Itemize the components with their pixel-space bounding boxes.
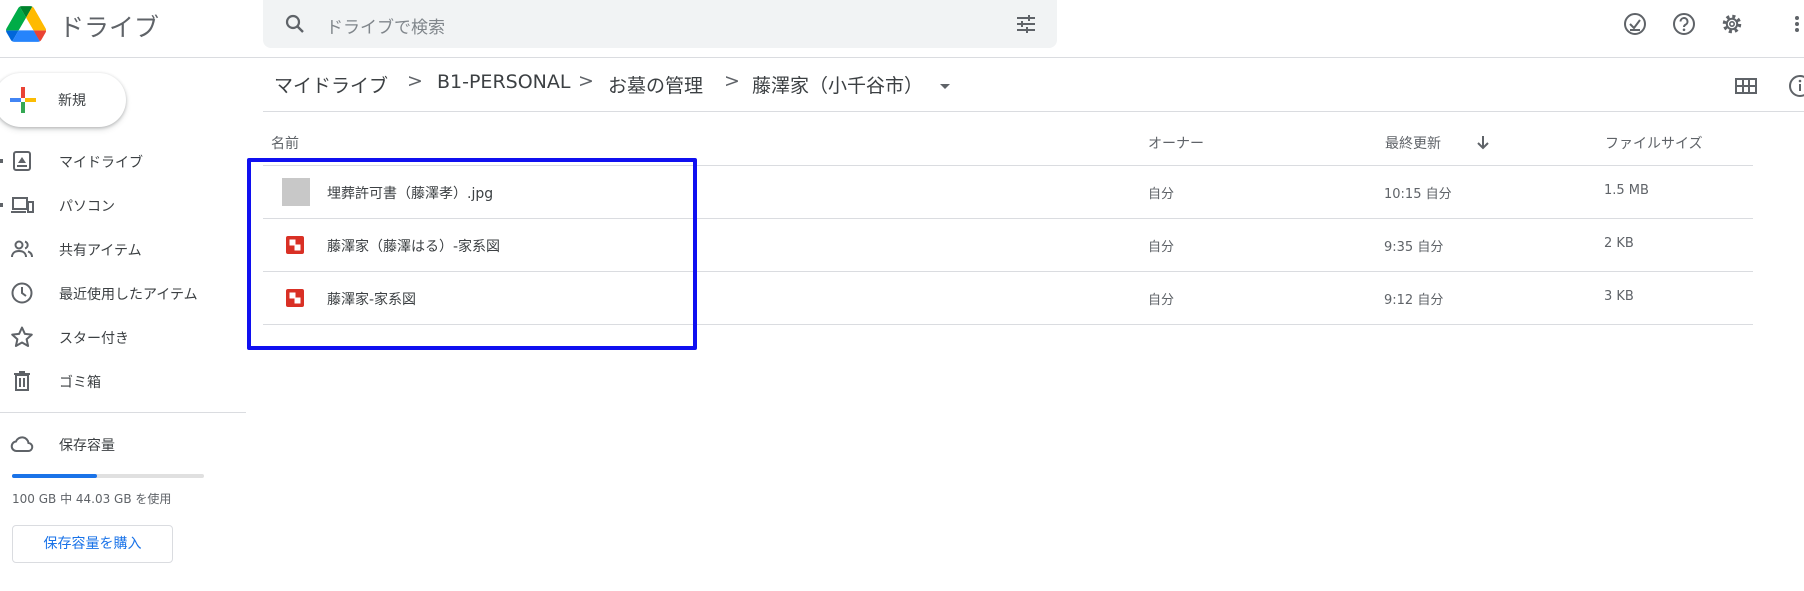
folder-dropdown-icon[interactable]: [938, 79, 952, 93]
sidebar-item-computers[interactable]: パソコン: [0, 187, 240, 223]
sidebar-divider: [0, 412, 246, 413]
column-header-name[interactable]: 名前: [271, 133, 299, 153]
star-icon: [10, 325, 34, 349]
offline-check-icon[interactable]: [1621, 10, 1649, 38]
info-icon[interactable]: [1787, 73, 1804, 99]
sidebar-item-recent[interactable]: 最近使用したアイテム: [0, 275, 240, 311]
buy-storage-button[interactable]: 保存容量を購入: [12, 525, 173, 563]
settings-icon[interactable]: [1718, 10, 1746, 38]
breadcrumb-item[interactable]: マイドライブ: [274, 71, 388, 98]
expand-arrow-icon[interactable]: [0, 203, 3, 207]
column-header-owner[interactable]: オーナー: [1148, 133, 1204, 153]
sidebar-item-label: パソコン: [59, 199, 115, 215]
breadcrumb-separator: >: [578, 70, 594, 92]
app-title[interactable]: ドライブ: [59, 8, 159, 44]
file-owner: 自分: [1148, 293, 1175, 308]
recent-icon: [10, 281, 34, 305]
new-button-label: 新規: [58, 93, 86, 109]
plus-icon: [10, 87, 36, 113]
apps-icon[interactable]: [1784, 10, 1804, 38]
breadcrumb-separator: >: [724, 70, 740, 92]
sidebar-item-label: 共有アイテム: [59, 243, 142, 259]
breadcrumb-current[interactable]: 藤澤家（小千谷市）: [752, 71, 923, 98]
cloud-icon: [10, 432, 34, 456]
sidebar-item-label: 最近使用したアイテム: [59, 287, 198, 303]
storage-progress-fill: [12, 474, 97, 478]
breadcrumb-divider: [263, 111, 1804, 112]
search-input[interactable]: ドライブで検索: [326, 13, 445, 38]
breadcrumb-item[interactable]: お墓の管理: [608, 71, 703, 98]
sidebar-item-trash[interactable]: ゴミ箱: [0, 363, 240, 399]
shared-icon: [10, 237, 34, 261]
computers-icon: [10, 193, 34, 217]
file-size: 3 KB: [1604, 289, 1634, 304]
sidebar-item-my-drive[interactable]: マイドライブ: [0, 143, 240, 179]
file-owner: 自分: [1148, 187, 1175, 202]
highlight-annotation-box: [247, 158, 697, 350]
breadcrumb-separator: >: [407, 70, 423, 92]
sidebar-item-label: 保存容量: [59, 438, 115, 454]
my-drive-icon: [10, 149, 34, 173]
sidebar-item-storage[interactable]: 保存容量: [0, 426, 240, 462]
file-modified: 10:15 自分: [1384, 187, 1452, 202]
file-owner: 自分: [1148, 240, 1175, 255]
sidebar-item-label: ゴミ箱: [59, 375, 101, 391]
sidebar-item-shared[interactable]: 共有アイテム: [0, 231, 240, 267]
column-header-modified[interactable]: 最終更新: [1385, 133, 1441, 153]
new-button[interactable]: 新規: [0, 73, 126, 127]
search-icon[interactable]: [283, 12, 307, 36]
file-size: 2 KB: [1604, 236, 1634, 251]
search-bar[interactable]: ドライブで検索: [263, 0, 1057, 48]
file-size: 1.5 MB: [1604, 183, 1649, 198]
breadcrumb-item[interactable]: B1-PERSONAL: [437, 71, 570, 93]
sidebar-item-starred[interactable]: スター付き: [0, 319, 240, 355]
help-icon[interactable]: [1670, 10, 1698, 38]
storage-progress-bar: [12, 474, 204, 478]
sort-arrow-down-icon[interactable]: [1474, 133, 1492, 151]
search-options-icon[interactable]: [1014, 12, 1038, 36]
storage-usage-text: 100 GB 中 44.03 GB を使用: [12, 492, 172, 506]
sidebar-item-label: マイドライブ: [59, 155, 143, 171]
sidebar-item-label: スター付き: [59, 331, 129, 347]
drive-logo-icon[interactable]: [6, 6, 46, 42]
column-header-size[interactable]: ファイルサイズ: [1605, 133, 1703, 153]
top-bar: ドライブ ドライブで検索: [0, 0, 1804, 58]
file-modified: 9:35 自分: [1384, 240, 1444, 255]
file-modified: 9:12 自分: [1384, 293, 1444, 308]
trash-icon: [10, 369, 34, 393]
expand-arrow-icon[interactable]: [0, 159, 3, 163]
grid-view-icon[interactable]: [1734, 76, 1758, 96]
buy-storage-label: 保存容量を購入: [43, 536, 142, 552]
